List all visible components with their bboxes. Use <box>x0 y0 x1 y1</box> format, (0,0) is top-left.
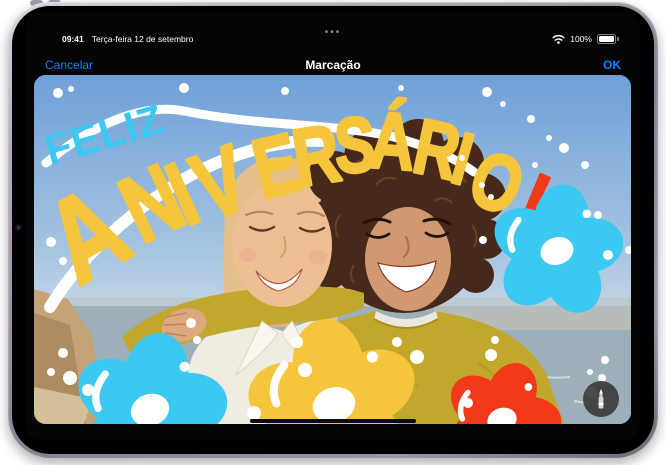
doodle-dot <box>291 336 303 348</box>
doodle-dot <box>68 86 74 92</box>
doodle-dot <box>186 318 196 328</box>
doodle-dot <box>532 162 538 168</box>
ok-button[interactable]: OK <box>603 58 621 72</box>
photo-canvas[interactable]: ANIVERSÁRIO! FELIZ <box>34 75 631 424</box>
doodle-dot <box>467 168 473 174</box>
doodle-dot <box>46 237 56 247</box>
doodle-dot <box>392 337 402 347</box>
doodle-dot <box>559 143 569 153</box>
photo-illustration: ANIVERSÁRIO! FELIZ <box>34 75 631 424</box>
doodle-dot <box>410 350 424 364</box>
doodle-dot <box>63 371 77 385</box>
doodle-dot <box>463 398 473 408</box>
doodle-dot <box>479 182 485 188</box>
doodle-dot <box>179 83 189 93</box>
cancel-button[interactable]: Cancelar <box>45 58 93 72</box>
doodle-dot <box>581 161 589 169</box>
front-camera <box>15 224 22 231</box>
doodle-dot <box>479 236 487 244</box>
device-frame: 09:41 Terça-feira 12 de setembro 100% ••… <box>8 2 658 458</box>
doodle-dot <box>58 348 68 358</box>
page-title: Marcação <box>305 58 360 72</box>
pen-tool-button[interactable] <box>583 381 619 417</box>
doodle-dot <box>546 135 552 141</box>
battery-icon <box>597 34 616 44</box>
doodle-dot <box>603 250 613 260</box>
doodle-dot <box>82 384 94 396</box>
markup-toolbar: Cancelar Marcação OK <box>45 56 621 74</box>
doodle-dot <box>59 257 67 265</box>
doodle-dot <box>459 155 465 161</box>
doodle-dot <box>527 115 535 123</box>
home-indicator[interactable] <box>250 419 416 423</box>
screen: 09:41 Terça-feira 12 de setembro 100% ••… <box>26 12 640 440</box>
doodle-dot <box>500 101 506 107</box>
doodle-dot <box>247 406 261 420</box>
doodle-dot <box>193 336 201 344</box>
device-bezel: 09:41 Terça-feira 12 de setembro 100% ••… <box>12 6 654 454</box>
doodle-dot <box>298 363 312 377</box>
doodle-dot <box>53 88 63 98</box>
doodle-dot <box>281 87 289 95</box>
doodle-dot <box>587 369 593 375</box>
doodle-dot <box>485 349 497 361</box>
clock: 09:41 <box>62 34 84 44</box>
multitask-indicator[interactable]: ••• <box>325 28 342 38</box>
pen-icon <box>595 388 607 410</box>
doodle-dot <box>47 368 55 376</box>
ipad-device: 09:41 Terça-feira 12 de setembro 100% ••… <box>0 0 666 465</box>
doodle-dot <box>594 211 602 219</box>
doodle-dot <box>601 356 609 364</box>
doodle-dot <box>482 87 492 97</box>
doodle-dot <box>488 194 494 200</box>
status-date: Terça-feira 12 de setembro <box>92 34 194 44</box>
doodle-dot <box>398 85 404 91</box>
wifi-icon <box>552 34 565 44</box>
battery-percent: 100% <box>570 34 592 44</box>
doodle-dot <box>491 336 499 344</box>
